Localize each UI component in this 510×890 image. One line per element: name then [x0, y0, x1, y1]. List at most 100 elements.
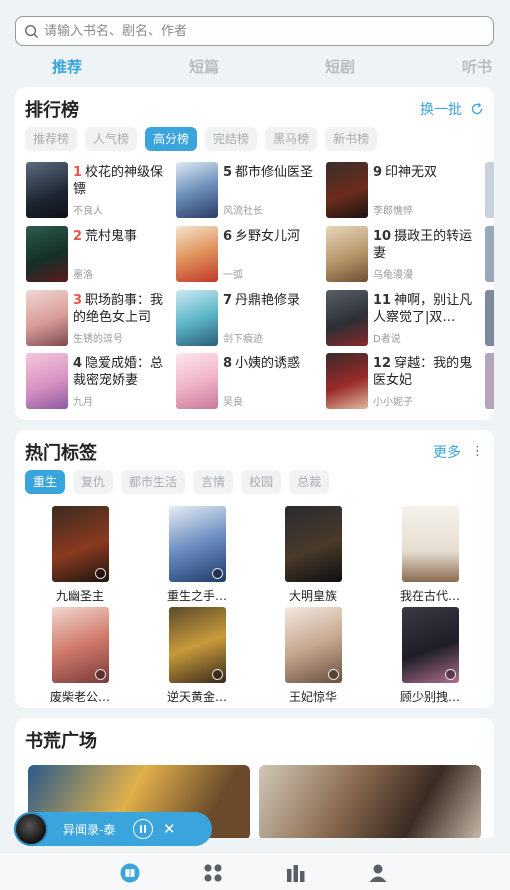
pause-icon[interactable]	[133, 819, 153, 839]
rank-item[interactable]: 3 职场韵事：我的绝色女上司 生锈的逗号	[26, 290, 176, 346]
book-title: 职场韵事：我的绝色女上司	[73, 293, 164, 325]
rank-number: 1	[73, 165, 83, 180]
tag-book-item[interactable]: 九幽圣主	[40, 506, 120, 604]
book-cover	[176, 353, 218, 409]
book-cover	[326, 226, 368, 282]
book-title: 荒村鬼事	[85, 229, 138, 244]
rank-number: 3	[73, 293, 83, 308]
rank-item[interactable]: 4 隐爱成婚：总裁密宠娇妻 九月	[26, 353, 176, 409]
book-cover	[26, 226, 68, 282]
book-cover	[485, 162, 494, 218]
plaza-banner[interactable]	[259, 765, 481, 838]
mini-player[interactable]: 异闻录-泰 ✕	[14, 812, 212, 846]
book-title: 小姨的诱惑	[235, 356, 301, 371]
book-cover	[284, 506, 342, 582]
tab-short-drama[interactable]: 短剧	[325, 56, 355, 77]
book-author: D者说	[373, 334, 401, 345]
tag-chip[interactable]: 言情	[193, 470, 234, 494]
more-button[interactable]: 更多 ⋮	[433, 442, 484, 462]
bookshelf-icon[interactable]	[119, 863, 141, 883]
book-author: 不良人	[73, 206, 103, 217]
tab-short-story[interactable]: 短篇	[189, 56, 219, 77]
book-title: 乡野女儿河	[235, 229, 301, 244]
play-icon	[444, 669, 456, 680]
top-tabs: 推荐 短篇 短剧 听书	[0, 56, 510, 78]
close-icon[interactable]: ✕	[163, 820, 176, 838]
book-cover	[168, 506, 226, 582]
play-icon	[211, 568, 223, 579]
chip-popular-rank[interactable]: 人气榜	[85, 127, 138, 151]
rank-item[interactable]: 1 校花的神级保镖 不良人	[26, 162, 176, 218]
hot-tags-card: 热门标签 更多 ⋮ 重生 复仇 都市生活 言情 校园 总裁 九幽圣主 重生之手……	[15, 430, 494, 708]
book-author: 九月	[73, 397, 93, 408]
book-cover	[326, 290, 368, 346]
book-author: 一弧	[223, 270, 243, 281]
book-author: 乌龟漫漫	[373, 270, 413, 281]
book-title: 校花的神级保镖	[73, 165, 164, 197]
rank-number: 12	[373, 356, 392, 371]
chip-dark-horse-rank[interactable]: 黑马榜	[265, 127, 318, 151]
rank-number: 2	[73, 229, 83, 244]
tag-book-item[interactable]: 废柴老公…	[40, 607, 120, 705]
refresh-button[interactable]: 换一批	[420, 99, 484, 119]
tag-chip[interactable]: 校园	[241, 470, 282, 494]
tag-book-item[interactable]: 重生之手…	[157, 506, 237, 604]
book-cover	[26, 290, 68, 346]
chip-completed-rank[interactable]: 完结榜	[205, 127, 258, 151]
rank-item[interactable]: 12 穿越：我的鬼医女妃 小小妮子	[326, 353, 476, 409]
tag-book-item[interactable]: 王妃惊华	[273, 607, 353, 705]
rank-item[interactable]: 5 都市修仙医圣 风流社长	[176, 162, 326, 218]
rank-item[interactable]: 9 印神无双 李郎憔悴	[326, 162, 476, 218]
book-title: 都市修仙医圣	[235, 165, 314, 180]
mini-player-title: 异闻录-泰	[63, 822, 116, 837]
play-icon	[94, 669, 106, 680]
category-icon[interactable]	[202, 863, 224, 883]
tag-book-item[interactable]: 我在古代…	[390, 506, 470, 604]
search-bar[interactable]	[15, 16, 494, 46]
tab-recommend[interactable]: 推荐	[52, 56, 82, 77]
book-cover	[176, 162, 218, 218]
tag-chip[interactable]: 复仇	[73, 470, 114, 494]
rank-item[interactable]: 11 神啊，别让凡人察觉了|双… D者说	[326, 290, 476, 346]
book-author: 小小妮子	[373, 397, 413, 408]
tab-audiobook[interactable]: 听书	[462, 56, 492, 77]
rank-number: 11	[373, 293, 392, 308]
refresh-label: 换一批	[420, 102, 462, 118]
book-title: 重生之手…	[166, 589, 227, 603]
rank-item[interactable]: 7 丹鼎艳修录 剑下痕迹	[176, 290, 326, 346]
book-cover	[284, 607, 342, 683]
rank-item[interactable]: 2 荒村鬼事 墨洛	[26, 226, 176, 282]
chip-recommend-rank[interactable]: 推荐榜	[25, 127, 78, 151]
rank-number: 8	[223, 356, 233, 371]
tag-chip[interactable]: 重生	[25, 470, 66, 494]
more-dots-icon: ⋮	[471, 444, 484, 459]
ranking-filter-chips: 推荐榜 人气榜 高分榜 完结榜 黑马榜 新书榜	[25, 127, 385, 151]
book-cover	[326, 353, 368, 409]
rank-item[interactable]: 10 摄政王的转运妻 乌龟漫漫	[326, 226, 476, 282]
tag-chip[interactable]: 都市生活	[121, 470, 186, 494]
refresh-icon	[471, 103, 483, 115]
book-cover	[176, 290, 218, 346]
book-cover	[401, 607, 459, 683]
book-author: 剑下痕迹	[223, 334, 263, 345]
search-icon	[25, 24, 39, 38]
ranking-title: 排行榜	[25, 100, 79, 121]
tag-book-item[interactable]: 大明皇族	[273, 506, 353, 604]
rank-item[interactable]: 6 乡野女儿河 一弧	[176, 226, 326, 282]
profile-icon[interactable]	[367, 863, 389, 883]
rank-number: 5	[223, 165, 233, 180]
book-author: 风流社长	[223, 206, 263, 217]
rank-item[interactable]: 8 小姨的诱惑 吴良	[176, 353, 326, 409]
book-title: 丹鼎艳修录	[235, 293, 301, 308]
book-cover	[26, 353, 68, 409]
ranking-icon[interactable]	[285, 863, 307, 883]
chip-new-book-rank[interactable]: 新书榜	[325, 127, 378, 151]
tag-chip[interactable]: 总裁	[289, 470, 330, 494]
book-title: 顾少别拽…	[399, 690, 460, 704]
search-input[interactable]	[44, 23, 464, 39]
tag-book-item[interactable]: 逆天黄金…	[157, 607, 237, 705]
book-cover	[51, 607, 109, 683]
tag-book-item[interactable]: 顾少别拽…	[390, 607, 470, 705]
rank-number: 4	[73, 356, 83, 371]
chip-high-score-rank[interactable]: 高分榜	[145, 127, 198, 151]
